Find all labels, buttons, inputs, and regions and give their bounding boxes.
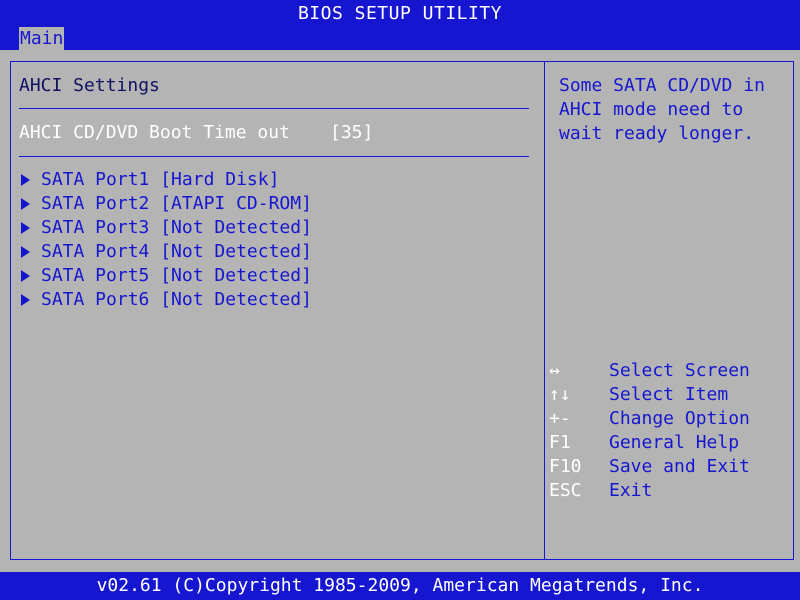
- setting-label: AHCI CD/DVD Boot Time out: [19, 122, 290, 143]
- sata-port1-item[interactable]: SATA Port1 [Hard Disk]: [19, 168, 279, 192]
- tab-main[interactable]: Main: [19, 27, 65, 50]
- key-f10: F10: [549, 456, 582, 477]
- key-action: Exit: [609, 480, 653, 501]
- help-text-line: AHCI mode need to: [559, 99, 744, 120]
- left-right-arrows-icon: ↔: [549, 360, 560, 381]
- sata-port2-item[interactable]: SATA Port2 [ATAPI CD-ROM]: [19, 192, 312, 216]
- key-action: Save and Exit: [609, 456, 750, 477]
- key-action: Select Item: [609, 384, 729, 405]
- key-esc: ESC: [549, 480, 582, 501]
- sata-port5-item[interactable]: SATA Port5 [Not Detected]: [19, 264, 312, 288]
- divider-top: [19, 108, 529, 109]
- port-status: [ATAPI CD-ROM]: [160, 193, 312, 214]
- setting-boot-timeout[interactable]: AHCI CD/DVD Boot Time out [35]: [19, 121, 529, 145]
- port-name: SATA Port4: [41, 241, 150, 262]
- port-status: [Not Detected]: [160, 265, 312, 286]
- setting-value[interactable]: [35]: [330, 121, 373, 145]
- port-status: [Not Detected]: [160, 217, 312, 238]
- key-plus-minus: +-: [549, 408, 571, 429]
- divider-bottom: [19, 156, 529, 157]
- key-action: Change Option: [609, 408, 750, 429]
- submenu-arrow-icon: [21, 294, 30, 306]
- up-down-arrows-icon: ↑↓: [549, 384, 571, 405]
- help-text-line: wait ready longer.: [559, 123, 755, 144]
- port-name: SATA Port5: [41, 265, 150, 286]
- port-status: [Not Detected]: [160, 241, 312, 262]
- menu-bar: Main: [0, 27, 800, 50]
- submenu-arrow-icon: [21, 222, 30, 234]
- port-status: [Hard Disk]: [160, 169, 280, 190]
- sata-port3-item[interactable]: SATA Port3 [Not Detected]: [19, 216, 312, 240]
- sata-port4-item[interactable]: SATA Port4 [Not Detected]: [19, 240, 312, 264]
- port-name: SATA Port6: [41, 289, 150, 310]
- port-status: [Not Detected]: [160, 289, 312, 310]
- submenu-arrow-icon: [21, 270, 30, 282]
- key-action: General Help: [609, 432, 740, 453]
- key-action: Select Screen: [609, 360, 750, 381]
- help-text-line: Some SATA CD/DVD in: [559, 75, 765, 96]
- port-name: SATA Port2: [41, 193, 150, 214]
- sata-port6-item[interactable]: SATA Port6 [Not Detected]: [19, 288, 312, 312]
- key-f1: F1: [549, 432, 571, 453]
- submenu-arrow-icon: [21, 246, 30, 258]
- port-name: SATA Port3: [41, 217, 150, 238]
- window-title: BIOS SETUP UTILITY: [0, 0, 800, 27]
- copyright-footer: v02.61 (C)Copyright 1985-2009, American …: [0, 572, 800, 600]
- section-heading: AHCI Settings: [19, 75, 160, 96]
- help-divider: [544, 61, 545, 560]
- submenu-arrow-icon: [21, 198, 30, 210]
- port-name: SATA Port1: [41, 169, 150, 190]
- submenu-arrow-icon: [21, 174, 30, 186]
